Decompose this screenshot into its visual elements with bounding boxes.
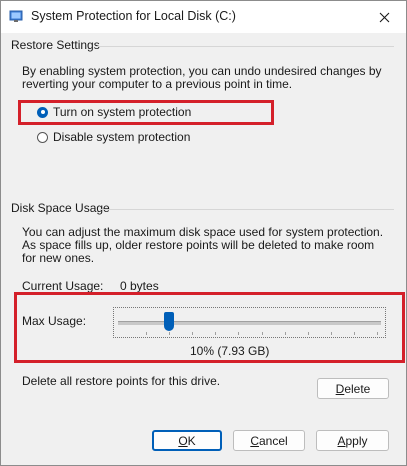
slider-thumb[interactable]: [164, 312, 175, 331]
slider-tick: [353, 332, 355, 335]
slider-tick: [146, 332, 147, 335]
delete-button-label: Delete: [335, 381, 371, 396]
slider-tick: [238, 332, 240, 335]
cancel-button[interactable]: Cancel: [233, 430, 305, 451]
slider-tick: [377, 332, 378, 335]
slider-tick: [307, 332, 309, 335]
delete-restore-points-text: Delete all restore points for this drive…: [22, 374, 221, 388]
close-button[interactable]: [362, 1, 406, 33]
restore-settings-description: By enabling system protection, you can u…: [22, 64, 382, 91]
cancel-button-label: Cancel: [250, 433, 288, 448]
slider-tick: [169, 332, 171, 335]
apply-button[interactable]: Apply: [316, 430, 389, 451]
slider-track: [118, 321, 381, 325]
disk-space-description: You can adjust the maximum disk space us…: [22, 225, 384, 265]
max-usage-value: 10% (7.93 GB): [190, 344, 270, 358]
radio-disable-protection[interactable]: Disable system protection: [37, 130, 190, 144]
max-usage-label: Max Usage:: [22, 314, 87, 328]
current-usage-value: 0 bytes: [120, 279, 159, 293]
delete-button[interactable]: Delete: [317, 378, 389, 399]
radio-turn-on-protection[interactable]: Turn on system protection: [37, 105, 191, 119]
restore-settings-divider: [96, 46, 394, 47]
close-icon: [379, 12, 389, 22]
current-usage-label: Current Usage:: [22, 279, 104, 293]
window-title: System Protection for Local Disk (C:): [31, 9, 236, 23]
ok-button-label: OK: [178, 433, 196, 448]
radio-unselected-icon: [37, 131, 48, 143]
slider-tick: [192, 332, 194, 335]
slider-tick: [330, 332, 332, 335]
slider-tick: [261, 332, 263, 335]
slider-tick: [215, 332, 217, 335]
shield-icon: [9, 10, 23, 22]
max-usage-slider[interactable]: [113, 307, 386, 338]
radio-disable-label: Disable system protection: [53, 130, 191, 144]
ok-button[interactable]: OK: [152, 430, 222, 451]
apply-button-label: Apply: [337, 433, 368, 448]
restore-settings-heading: Restore Settings: [11, 38, 100, 52]
radio-turn-on-label: Turn on system protection: [53, 105, 192, 119]
title-bar[interactable]: System Protection for Local Disk (C:): [1, 1, 406, 33]
radio-selected-icon: [37, 106, 48, 118]
disk-space-divider: [100, 209, 394, 210]
disk-space-heading: Disk Space Usage: [11, 201, 110, 215]
slider-tick: [284, 332, 286, 335]
